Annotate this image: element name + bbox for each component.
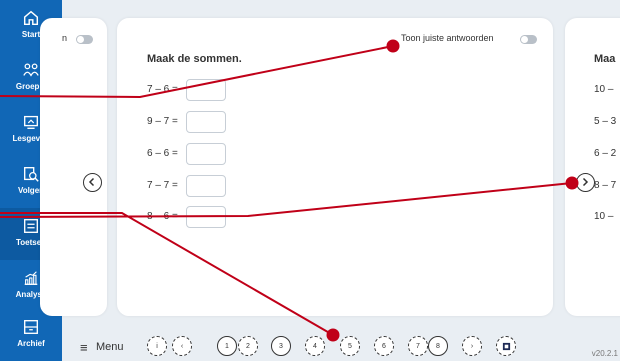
page-1[interactable]: 1 (217, 336, 237, 356)
hamburger-icon[interactable]: ≡ (80, 340, 88, 355)
page-label: ‹ (180, 342, 184, 350)
page-5[interactable]: 5 (340, 336, 360, 356)
page-8[interactable]: 8 (428, 336, 448, 356)
page-prev[interactable]: ‹ (172, 336, 192, 356)
archive-icon (24, 320, 38, 334)
answer-input[interactable] (186, 206, 226, 228)
analysis-icon (24, 271, 38, 285)
page-3[interactable]: 3 (271, 336, 291, 356)
teach-icon (24, 115, 38, 129)
sum-label: 9 – 7 = (147, 116, 178, 127)
next-question-button[interactable] (576, 173, 595, 192)
test-icon (24, 219, 38, 233)
sum-fragment: 10 – (594, 84, 614, 95)
previous-question-card: n (40, 18, 107, 316)
sidebar-item-archief[interactable]: Archief (0, 309, 62, 361)
question-card: Toon juiste antwoorden Maak de sommen. 7… (117, 18, 553, 316)
page-next[interactable]: › (462, 336, 482, 356)
menu-button[interactable]: Menu (96, 341, 124, 353)
toggle-label-fragment: n (62, 33, 68, 43)
next-question-card: Maa 10 – 5 – 3 6 – 2 8 – 7 10 – (565, 18, 620, 316)
page-finish[interactable] (496, 336, 516, 356)
page-label: 8 (436, 342, 440, 350)
show-answers-toggle[interactable] (76, 35, 93, 44)
answer-input[interactable] (186, 79, 226, 101)
version-label: v20.2.1 (591, 349, 618, 358)
page-label: 6 (382, 342, 386, 350)
sum-fragment: 8 – 7 (594, 180, 617, 191)
sum-fragment: 5 – 3 (594, 116, 617, 127)
question-title: Maak de sommen. (147, 53, 242, 65)
question-title-fragment: Maa (594, 53, 616, 65)
group-icon (23, 63, 39, 77)
sidebar-item-label: Archief (17, 339, 45, 348)
page-7[interactable]: 7 (408, 336, 428, 356)
page-2[interactable]: 2 (238, 336, 258, 356)
page-label: › (470, 342, 474, 350)
annotation-dot (326, 328, 340, 342)
answer-input[interactable] (186, 143, 226, 165)
flag-icon (502, 342, 510, 350)
show-answers-toggle[interactable] (520, 35, 537, 44)
sidebar-item-label: Start (21, 30, 41, 39)
previous-question-button[interactable] (83, 173, 102, 192)
page-6[interactable]: 6 (374, 336, 394, 356)
page-4[interactable]: 4 (305, 336, 325, 356)
sum-fragment: 10 – (594, 211, 614, 222)
page-label: 3 (279, 342, 283, 350)
answer-input[interactable] (186, 175, 226, 197)
page-label: 5 (348, 342, 352, 350)
page-label: i (156, 342, 158, 350)
page-label: 2 (246, 342, 250, 350)
page-label: 4 (313, 342, 317, 350)
home-icon (23, 10, 39, 26)
sum-label: 7 – 7 = (147, 180, 178, 191)
sum-label: 8 – 6 = (147, 211, 178, 222)
sum-label: 6 – 6 = (147, 148, 178, 159)
sum-fragment: 6 – 2 (594, 148, 617, 159)
chevron-left-icon (88, 177, 95, 187)
track-icon (24, 167, 39, 182)
chevron-right-icon (582, 177, 589, 187)
sum-label: 7 – 6 = (147, 84, 178, 95)
answer-input[interactable] (186, 111, 226, 133)
page-info[interactable]: i (147, 336, 167, 356)
show-answers-label: Toon juiste antwoorden (401, 33, 494, 43)
page-label: 7 (416, 342, 420, 350)
page-label: 1 (225, 342, 229, 350)
